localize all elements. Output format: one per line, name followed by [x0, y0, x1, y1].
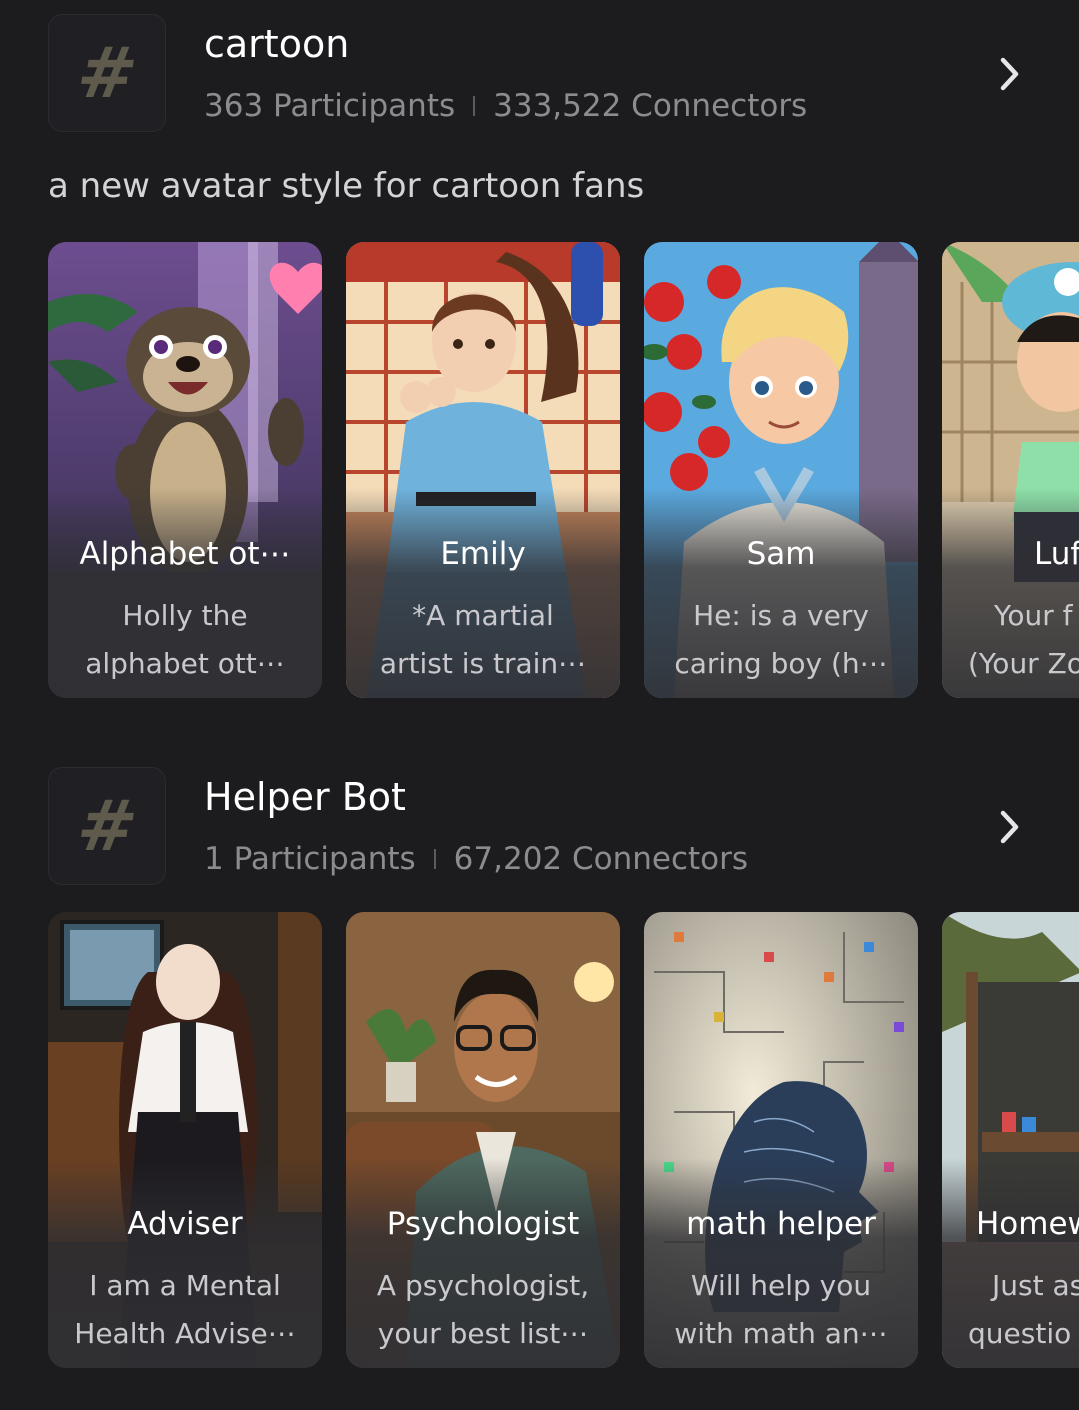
character-description: Just as questio: [968, 1269, 1079, 1350]
topic-feed: # cartoon 363 Participants 333,522 Conne…: [0, 0, 1079, 1410]
character-description: Holly the alphabet ott⋯: [85, 599, 285, 680]
character-description: A psychologist, your best list⋯: [376, 1269, 590, 1350]
participants-count: 363 Participants: [204, 88, 456, 124]
hashtag-icon: #: [48, 14, 166, 132]
character-card-adviser[interactable]: Adviser I am a Mental Health Advise⋯: [48, 912, 322, 1368]
topic-title: Helper Bot: [204, 775, 406, 819]
character-description: He: is a very caring boy (h⋯: [674, 599, 888, 680]
chevron-right-icon[interactable]: [992, 807, 1028, 847]
connectors-count: 333,522 Connectors: [493, 88, 808, 124]
character-name: Luf: [1034, 536, 1079, 572]
character-name: math helper: [686, 1206, 876, 1242]
character-card-luffy[interactable]: Luf Your f (Your Zo: [942, 242, 1079, 698]
character-card-emily[interactable]: Emily *A martial artist is train⋯: [346, 242, 620, 698]
stat-divider: [473, 96, 476, 116]
participants-count: 1 Participants: [204, 841, 416, 877]
character-name: Alphabet ot⋯: [79, 536, 291, 572]
character-description: I am a Mental Health Advise⋯: [74, 1269, 296, 1350]
topic-title: cartoon: [204, 22, 350, 66]
character-card-homework[interactable]: Homew Just as questio: [942, 912, 1079, 1368]
topic-section-cartoon: # cartoon 363 Participants 333,522 Conne…: [0, 0, 1079, 698]
topic-header[interactable]: # cartoon 363 Participants 333,522 Conne…: [0, 0, 1079, 132]
character-description: Will help you with math an⋯: [674, 1269, 888, 1350]
character-name: Sam: [746, 536, 816, 572]
character-card-psychologist[interactable]: Psychologist A psychologist, your best l…: [346, 912, 620, 1368]
character-description: *A martial artist is train⋯: [379, 599, 587, 680]
topic-section-helper-bot: # Helper Bot 1 Participants 67,202 Conne…: [0, 753, 1079, 1368]
hashtag-icon: #: [48, 767, 166, 885]
character-carousel[interactable]: Alphabet ot⋯ Holly the alphabet ott⋯ Emi…: [48, 242, 1079, 698]
character-name: Emily: [440, 536, 526, 572]
chevron-right-icon[interactable]: [992, 54, 1028, 94]
character-name: Psychologist: [386, 1206, 580, 1242]
character-carousel[interactable]: Adviser I am a Mental Health Advise⋯ Psy…: [48, 912, 1079, 1368]
character-card-alphabet-otter[interactable]: Alphabet ot⋯ Holly the alphabet ott⋯: [48, 242, 322, 698]
topic-stats: 363 Participants 333,522 Connectors: [204, 88, 807, 124]
topic-description: a new avatar style for cartoon fans: [48, 166, 645, 206]
topic-header[interactable]: # Helper Bot 1 Participants 67,202 Conne…: [0, 753, 1079, 885]
character-description: Your f (Your Zo: [968, 599, 1079, 680]
character-name: Adviser: [127, 1206, 243, 1242]
topic-stats: 1 Participants 67,202 Connectors: [204, 841, 748, 877]
character-card-math-helper[interactable]: math helper Will help you with math an⋯: [644, 912, 918, 1368]
character-name: Homew: [976, 1206, 1079, 1242]
character-card-sam[interactable]: Sam He: is a very caring boy (h⋯: [644, 242, 918, 698]
stat-divider: [433, 849, 436, 869]
connectors-count: 67,202 Connectors: [453, 841, 749, 877]
